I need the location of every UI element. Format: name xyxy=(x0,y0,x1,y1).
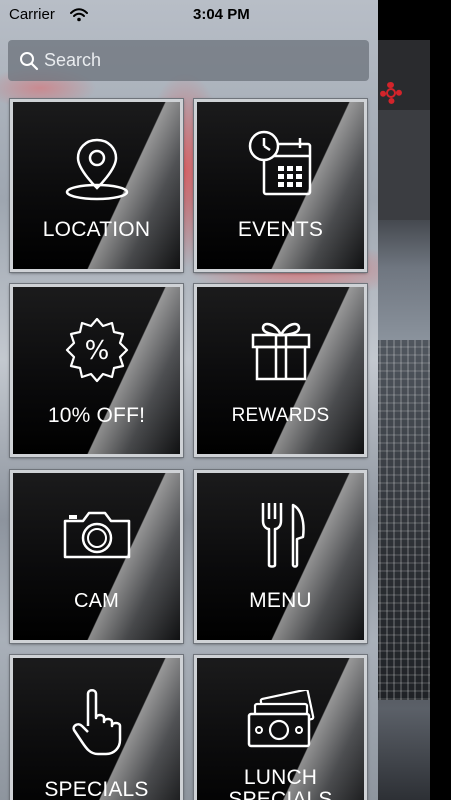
fork-knife-icon xyxy=(261,503,305,568)
tile-label: SPECIALS xyxy=(44,778,149,800)
search-icon xyxy=(20,52,39,71)
tile-discount[interactable]: % 10% OFF! xyxy=(9,283,184,458)
status-time: 3:04 PM xyxy=(193,6,250,23)
tile-menu[interactable]: MENU xyxy=(193,469,368,644)
location-pin-icon xyxy=(65,138,128,201)
money-icon xyxy=(247,690,314,748)
tile-location[interactable]: LOCATION xyxy=(9,98,184,273)
tile-label: LOCATION xyxy=(42,218,151,241)
search-input[interactable] xyxy=(44,40,354,81)
camera-icon xyxy=(63,511,130,559)
tile-events[interactable]: EVENTS xyxy=(193,98,368,273)
status-bar: Carrier 3:04 PM xyxy=(0,0,451,30)
tile-label-line1: LUNCH xyxy=(243,766,318,789)
side-drawer: LOCATION EVENTS % 10% OFF! xyxy=(0,0,378,800)
tile-label: CAM xyxy=(73,590,120,612)
carrier-label: Carrier xyxy=(9,6,55,23)
tile-label-line2: SPECIALS xyxy=(228,788,333,800)
tile-rewards[interactable]: REWARDS xyxy=(193,283,368,458)
tile-label: EVENTS xyxy=(237,218,324,241)
wifi-icon xyxy=(70,8,88,22)
percent-badge-icon: % xyxy=(65,317,128,383)
search-bar[interactable] xyxy=(8,40,369,81)
settings-gear-icon[interactable] xyxy=(380,82,402,104)
gift-icon xyxy=(251,322,310,381)
tile-label: MENU xyxy=(249,589,312,612)
pointing-hand-icon xyxy=(71,689,121,756)
tile-lunch-specials[interactable]: LUNCH SPECIALS xyxy=(193,654,368,800)
tile-label: REWARDS xyxy=(231,405,330,426)
calendar-clock-icon xyxy=(248,130,311,196)
tile-cam[interactable]: CAM xyxy=(9,469,184,644)
tile-specials[interactable]: SPECIALS xyxy=(9,654,184,800)
tile-label: 10% OFF! xyxy=(47,404,146,427)
svg-text:%: % xyxy=(84,336,109,366)
